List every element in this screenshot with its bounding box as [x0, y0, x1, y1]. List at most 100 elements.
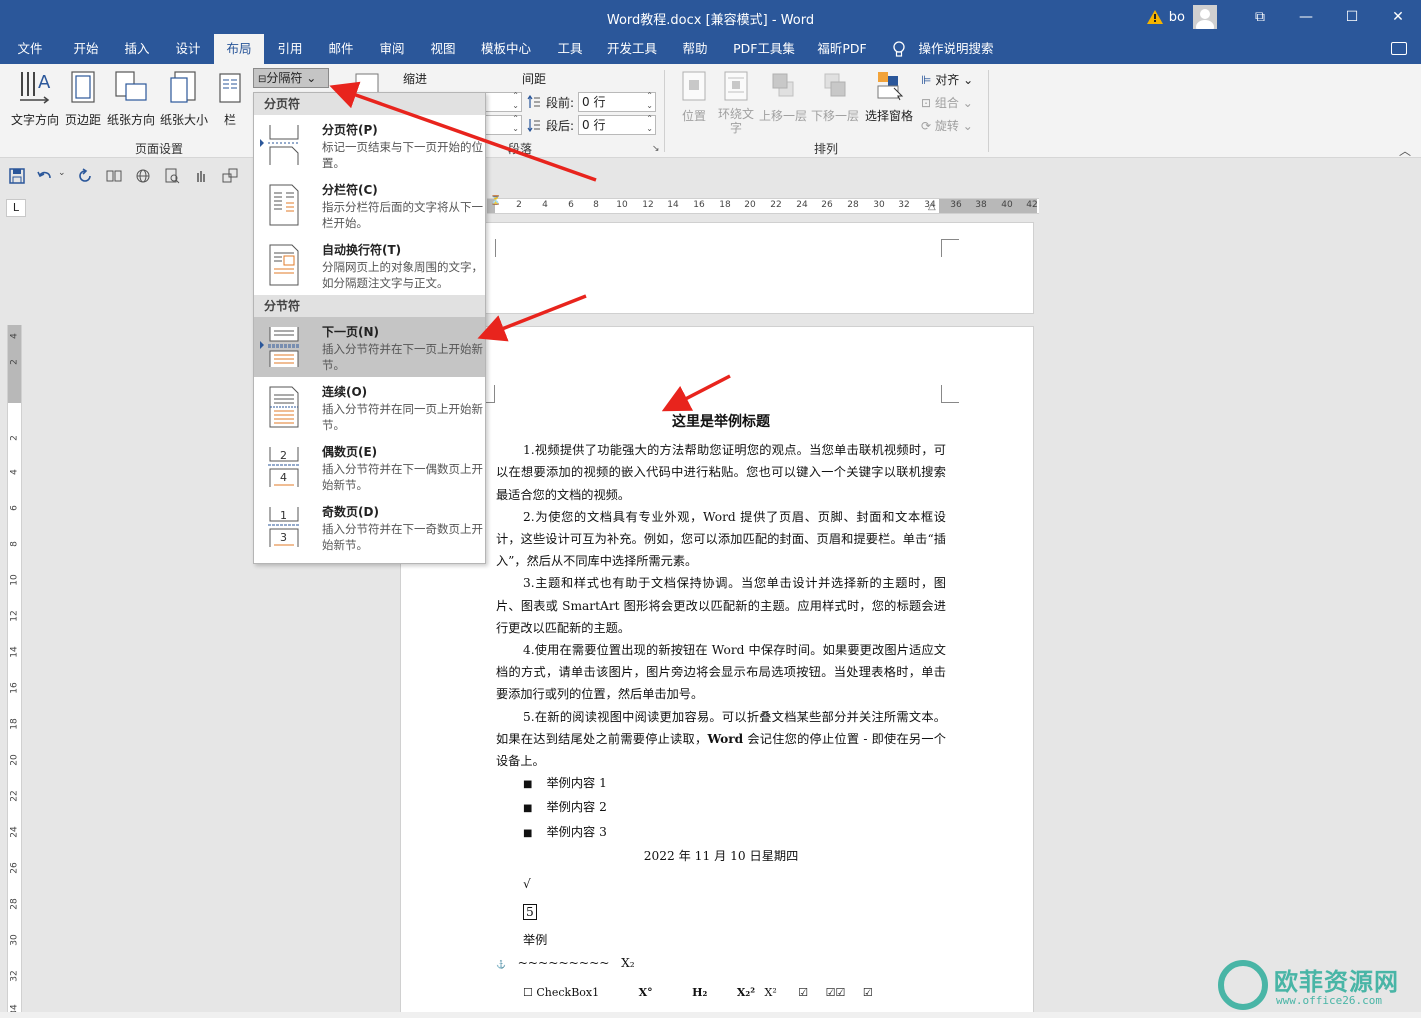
ruler-number: 28	[9, 898, 20, 910]
tab-review[interactable]: 审阅	[368, 34, 416, 64]
indent-left-input[interactable]	[484, 91, 522, 112]
tab-insert[interactable]: 插入	[113, 34, 161, 64]
menu-item-even-page[interactable]: 24 偶数页(E) 插入分节符并在下一偶数页上开始新节。	[254, 437, 485, 497]
tell-me-search[interactable]: 操作说明搜索	[914, 34, 998, 64]
align-button[interactable]: ⊫ 对齐 ⌄	[921, 71, 981, 88]
spacing-before-input[interactable]: 0 行	[578, 91, 656, 112]
read-mode-icon[interactable]	[106, 168, 122, 184]
tab-developer[interactable]: 开发工具	[600, 34, 664, 64]
web-layout-icon[interactable]	[135, 168, 151, 184]
ruler-number: 8	[9, 541, 20, 547]
anchor-icon: ⚓	[496, 959, 506, 969]
subscript-text: X₂	[621, 955, 635, 970]
checkbox-symbol: ☑	[862, 985, 873, 999]
send-backward-icon	[824, 73, 846, 97]
touch-mode-icon[interactable]	[193, 168, 209, 184]
ruler-number: 24	[796, 200, 808, 210]
menu-item-continuous[interactable]: 连续(O) 插入分节符并在同一页上开始新节。	[254, 377, 485, 437]
ruler-number: 12	[9, 610, 20, 622]
svg-text:1: 1	[280, 509, 287, 522]
ruler-number: 18	[719, 200, 731, 210]
send-backward-button[interactable]: 下移一层	[810, 70, 860, 124]
list-item: 举例内容 1	[496, 772, 946, 796]
paper-size-icon	[170, 71, 196, 103]
customize-toolbar-icon[interactable]	[222, 168, 238, 184]
tab-references[interactable]: 引用	[266, 34, 314, 64]
maximize-button[interactable]: ☐	[1329, 0, 1375, 34]
tab-view[interactable]: 视图	[419, 34, 467, 64]
undo-dropdown-icon[interactable]: ⌄	[58, 168, 66, 178]
menu-item-next-page[interactable]: 下一页(N) 插入分节符并在下一页上开始新节。	[254, 317, 485, 377]
comments-icon[interactable]	[1391, 42, 1407, 55]
tab-file[interactable]: 文件	[6, 34, 54, 64]
ruler-number: 12	[642, 200, 654, 210]
ruler-number: 40	[1001, 200, 1013, 210]
minimize-button[interactable]: —	[1283, 0, 1329, 34]
redo-icon[interactable]	[77, 168, 93, 184]
columns-icon	[219, 73, 241, 103]
selection-pane-button[interactable]: 选择窗格	[863, 70, 915, 124]
vertical-ruler[interactable]: 4 2 2 4 6 8 10 12 14 16 18 20 22 24 26 2…	[7, 325, 22, 1016]
orientation-button[interactable]: 纸张方向	[104, 70, 158, 128]
watermark-text: 欧菲资源网	[1274, 968, 1399, 996]
group-button[interactable]: ⊡ 组合 ⌄	[921, 94, 981, 111]
position-button[interactable]: 位置	[674, 70, 714, 124]
tab-selector[interactable]: L	[6, 199, 26, 217]
line-numbers-icon[interactable]	[354, 72, 380, 94]
size-button[interactable]: 纸张大小	[158, 70, 210, 128]
ribbon: A 文字方向 页边距 纸张方向 纸张大小 栏 页面设置 缩进 间距 段前: 0 …	[0, 64, 1421, 158]
ruler-number: 28	[847, 200, 859, 210]
columns-button[interactable]: 栏	[214, 70, 246, 128]
tab-design[interactable]: 设计	[164, 34, 212, 64]
group-separator	[988, 70, 989, 152]
ruler-number: 36	[950, 200, 962, 210]
checkbox-control[interactable]: ☐ CheckBox1	[523, 986, 599, 999]
crop-mark	[495, 239, 513, 257]
collapse-ribbon-icon[interactable]: ︿	[1399, 142, 1411, 159]
svg-text:4: 4	[280, 471, 287, 484]
ruler-number: 2	[9, 435, 20, 441]
document-body[interactable]: 这里是举例标题 1.视频提供了功能强大的方法帮助您证明您的观点。当您单击联机视频…	[496, 411, 946, 1018]
tab-help[interactable]: 帮助	[671, 34, 719, 64]
checkbox-symbol: ☑☑	[825, 985, 846, 999]
tab-foxit-pdf[interactable]: 福昕PDF	[808, 34, 876, 64]
spacing-after-input[interactable]: 0 行	[578, 114, 656, 135]
menu-item-column-break[interactable]: 分栏符(C) 指示分栏符后面的文字将从下一栏开始。	[254, 175, 485, 235]
indent-right-input[interactable]	[484, 114, 522, 135]
bring-forward-button[interactable]: 上移一层	[758, 70, 808, 124]
ribbon-display-options-button[interactable]: ⧉	[1237, 0, 1283, 34]
avatar[interactable]	[1193, 5, 1217, 29]
tab-mailings[interactable]: 邮件	[317, 34, 365, 64]
indent-label: 缩进	[403, 72, 428, 86]
menu-item-page-break[interactable]: 分页符(P) 标记一页结束与下一页开始的位置。	[254, 115, 485, 175]
account-name[interactable]: bo	[1169, 10, 1185, 25]
wrap-text-button[interactable]: 环绕文 字	[716, 70, 756, 135]
tilde-text: ~~~~~~~~~	[517, 955, 610, 970]
spacing-before-label: 段前:	[546, 96, 575, 110]
menu-item-odd-page[interactable]: 13 奇数页(D) 插入分节符并在下一奇数页上开始新节。	[254, 497, 485, 557]
tab-tools[interactable]: 工具	[546, 34, 594, 64]
ruler-number: 30	[873, 200, 885, 210]
print-preview-icon[interactable]	[164, 168, 180, 184]
horizontal-ruler[interactable]: ⏳ △ 2 4 6 8 10 12 14 16 18 20 22 24 26 2…	[487, 196, 1039, 214]
tab-template-center[interactable]: 模板中心	[474, 34, 538, 64]
page-2[interactable]: 这里是举例标题 1.视频提供了功能强大的方法帮助您证明您的观点。当您单击联机视频…	[400, 326, 1034, 1018]
margins-button[interactable]: 页边距	[64, 70, 102, 128]
rotate-button[interactable]: ⟳ 旋转 ⌄	[921, 117, 981, 134]
tab-pdf-toolset[interactable]: PDF工具集	[728, 34, 800, 64]
save-icon[interactable]	[9, 168, 25, 184]
text-direction-button[interactable]: A 文字方向	[8, 70, 62, 128]
close-button[interactable]: ✕	[1375, 0, 1421, 34]
lightbulb-icon	[893, 41, 905, 57]
warning-icon[interactable]	[1146, 10, 1163, 24]
breaks-dropdown-button[interactable]: ⊟分隔符 ⌄	[253, 68, 329, 88]
ruler-number: 38	[975, 200, 987, 210]
group-separator	[664, 70, 665, 152]
orientation-icon	[115, 71, 147, 101]
paragraph-dialog-launcher-icon[interactable]: ↘	[652, 144, 660, 154]
first-line-indent-marker[interactable]: ⏳	[490, 196, 501, 206]
menu-item-text-wrapping-break[interactable]: 自动换行符(T) 分隔网页上的对象周围的文字，如分隔题注文字与正文。	[254, 235, 485, 295]
tab-home[interactable]: 开始	[62, 34, 110, 64]
tab-layout[interactable]: 布局	[214, 34, 264, 64]
undo-icon[interactable]	[37, 168, 53, 184]
